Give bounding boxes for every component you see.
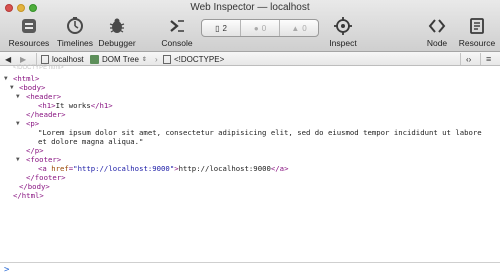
updown-chevron-icon: ⇕ xyxy=(141,56,147,63)
p-close-tag: </p> xyxy=(26,146,44,155)
expand-triangle-icon[interactable]: ▼ xyxy=(16,93,20,100)
resources-icon xyxy=(22,19,36,33)
footer-close-tag: </footer> xyxy=(26,173,66,182)
document-icon: ▯ xyxy=(215,23,220,33)
expand-triangle-icon[interactable]: ▼ xyxy=(16,156,20,163)
forward-arrow-icon[interactable]: ▶ xyxy=(20,53,26,65)
resource-document-icon xyxy=(470,18,484,34)
warning-count[interactable]: ▲ 0 xyxy=(280,20,318,36)
html-open-tag: <html> xyxy=(13,74,40,83)
doctype-label: <!DOCTYPE> xyxy=(174,54,225,64)
html-close-node: </html> xyxy=(13,191,44,200)
resources-tab[interactable]: Resources xyxy=(4,16,54,48)
window-title: Web Inspector — localhost xyxy=(190,2,310,13)
back-arrow-icon[interactable]: ◀ xyxy=(5,53,11,65)
h1-node[interactable]: <h1>It works</h1> xyxy=(38,101,113,110)
body-node[interactable]: <body> xyxy=(19,83,45,92)
header-close-node: </header> xyxy=(26,110,66,119)
node-icon xyxy=(163,54,171,64)
expand-triangle-icon[interactable]: ▼ xyxy=(16,120,20,127)
error-count-value: 0 xyxy=(261,23,267,33)
header-close-tag: </header> xyxy=(26,110,66,119)
html-node[interactable]: <html> xyxy=(13,74,39,83)
expand-triangle-icon[interactable]: ▼ xyxy=(10,84,14,91)
host-label: localhost xyxy=(52,54,84,64)
console-tab[interactable]: Console xyxy=(152,16,202,48)
h1-text: It works xyxy=(55,101,91,110)
dom-tree-panel: <!DOCTYPE html> ▼ <html> ▼ <body> ▼ <hea… xyxy=(0,65,500,262)
p-text-line-2: et dolore magna aliqua." xyxy=(38,137,144,146)
debugger-label: Debugger xyxy=(98,38,136,48)
h1-open-tag: <h1> xyxy=(38,101,56,110)
log-count[interactable]: ▯ 2 xyxy=(202,20,241,36)
node-brackets-icon xyxy=(428,19,446,33)
console-icon xyxy=(170,20,184,32)
window-toolbar: Web Inspector — localhost Resources Time… xyxy=(0,0,500,52)
breadcrumb-host[interactable]: localhost xyxy=(41,53,84,65)
resources-label: Resources xyxy=(8,38,50,48)
expand-triangle-icon[interactable]: ▼ xyxy=(4,75,8,82)
footer-open-tag: <footer> xyxy=(26,155,62,164)
console-prompt: > xyxy=(4,265,10,275)
warning-count-value: 0 xyxy=(302,23,307,33)
debugger-tab[interactable]: Debugger xyxy=(92,16,142,48)
timelines-icon xyxy=(67,17,83,34)
wrap-lines-icon[interactable]: ≡ xyxy=(486,53,491,65)
body-close-tag: </body> xyxy=(19,182,50,191)
footer-node[interactable]: <footer> xyxy=(26,155,61,164)
header-node[interactable]: <header> xyxy=(26,92,61,101)
source-brackets-icon[interactable]: ‹› xyxy=(466,53,471,65)
dom-tree-icon xyxy=(90,54,99,64)
page-icon xyxy=(41,54,49,64)
console-label: Console xyxy=(161,38,193,48)
anchor-node[interactable]: <a href="http://localhost:9000">http://l… xyxy=(38,164,288,173)
href-attribute: href xyxy=(51,164,69,173)
a-open-tag: <a xyxy=(38,164,52,173)
footer-close-node: </footer> xyxy=(26,173,66,182)
doctype-node-ghost: <!DOCTYPE html> xyxy=(13,65,64,71)
html-close-tag: </html> xyxy=(13,191,44,200)
header-open-tag: <header> xyxy=(26,92,62,101)
breadcrumb-doctype[interactable]: <!DOCTYPE> xyxy=(163,53,224,65)
dom-tree-label: DOM Tree xyxy=(102,54,139,64)
h1-close-tag: </h1> xyxy=(90,101,113,110)
resource-label: Resource xyxy=(458,38,496,48)
activity-status-group[interactable]: ▯ 2 ● 0 ▲ 0 xyxy=(201,19,319,37)
breadcrumb-separator-icon: › xyxy=(80,54,83,64)
resource-details-button[interactable]: Resource xyxy=(452,16,500,48)
inspect-label: Inspect xyxy=(329,38,357,48)
a-close-tag: </a> xyxy=(270,164,289,173)
p-open-tag: <p> xyxy=(26,119,40,128)
p-close-node: </p> xyxy=(26,146,44,155)
debugger-bug-icon xyxy=(109,18,125,33)
href-value[interactable]: "http://localhost:9000" xyxy=(73,164,174,173)
body-open-tag: <body> xyxy=(19,83,46,92)
breadcrumb-separator-icon: › xyxy=(155,54,158,64)
crosshair-icon xyxy=(334,17,352,35)
p-text-line-1: "Lorem ipsum dolor sit amet, consectetur… xyxy=(38,128,482,137)
anchor-text: http://localhost:9000 xyxy=(178,164,271,173)
breadcrumb-dom-tree[interactable]: DOM Tree ⇕ xyxy=(90,53,147,65)
p-node[interactable]: <p> xyxy=(26,119,39,128)
error-icon: ● xyxy=(253,23,259,33)
error-count[interactable]: ● 0 xyxy=(241,20,280,36)
console-prompt-bar[interactable]: > xyxy=(0,262,500,278)
body-close-node: </body> xyxy=(19,182,50,191)
warning-icon: ▲ xyxy=(291,23,300,33)
log-count-value: 2 xyxy=(222,23,227,33)
navigation-bar: ◀ ▶ localhost › DOM Tree ⇕ › <!DOCTYPE> … xyxy=(0,52,500,66)
inspect-button[interactable]: Inspect xyxy=(318,16,368,48)
